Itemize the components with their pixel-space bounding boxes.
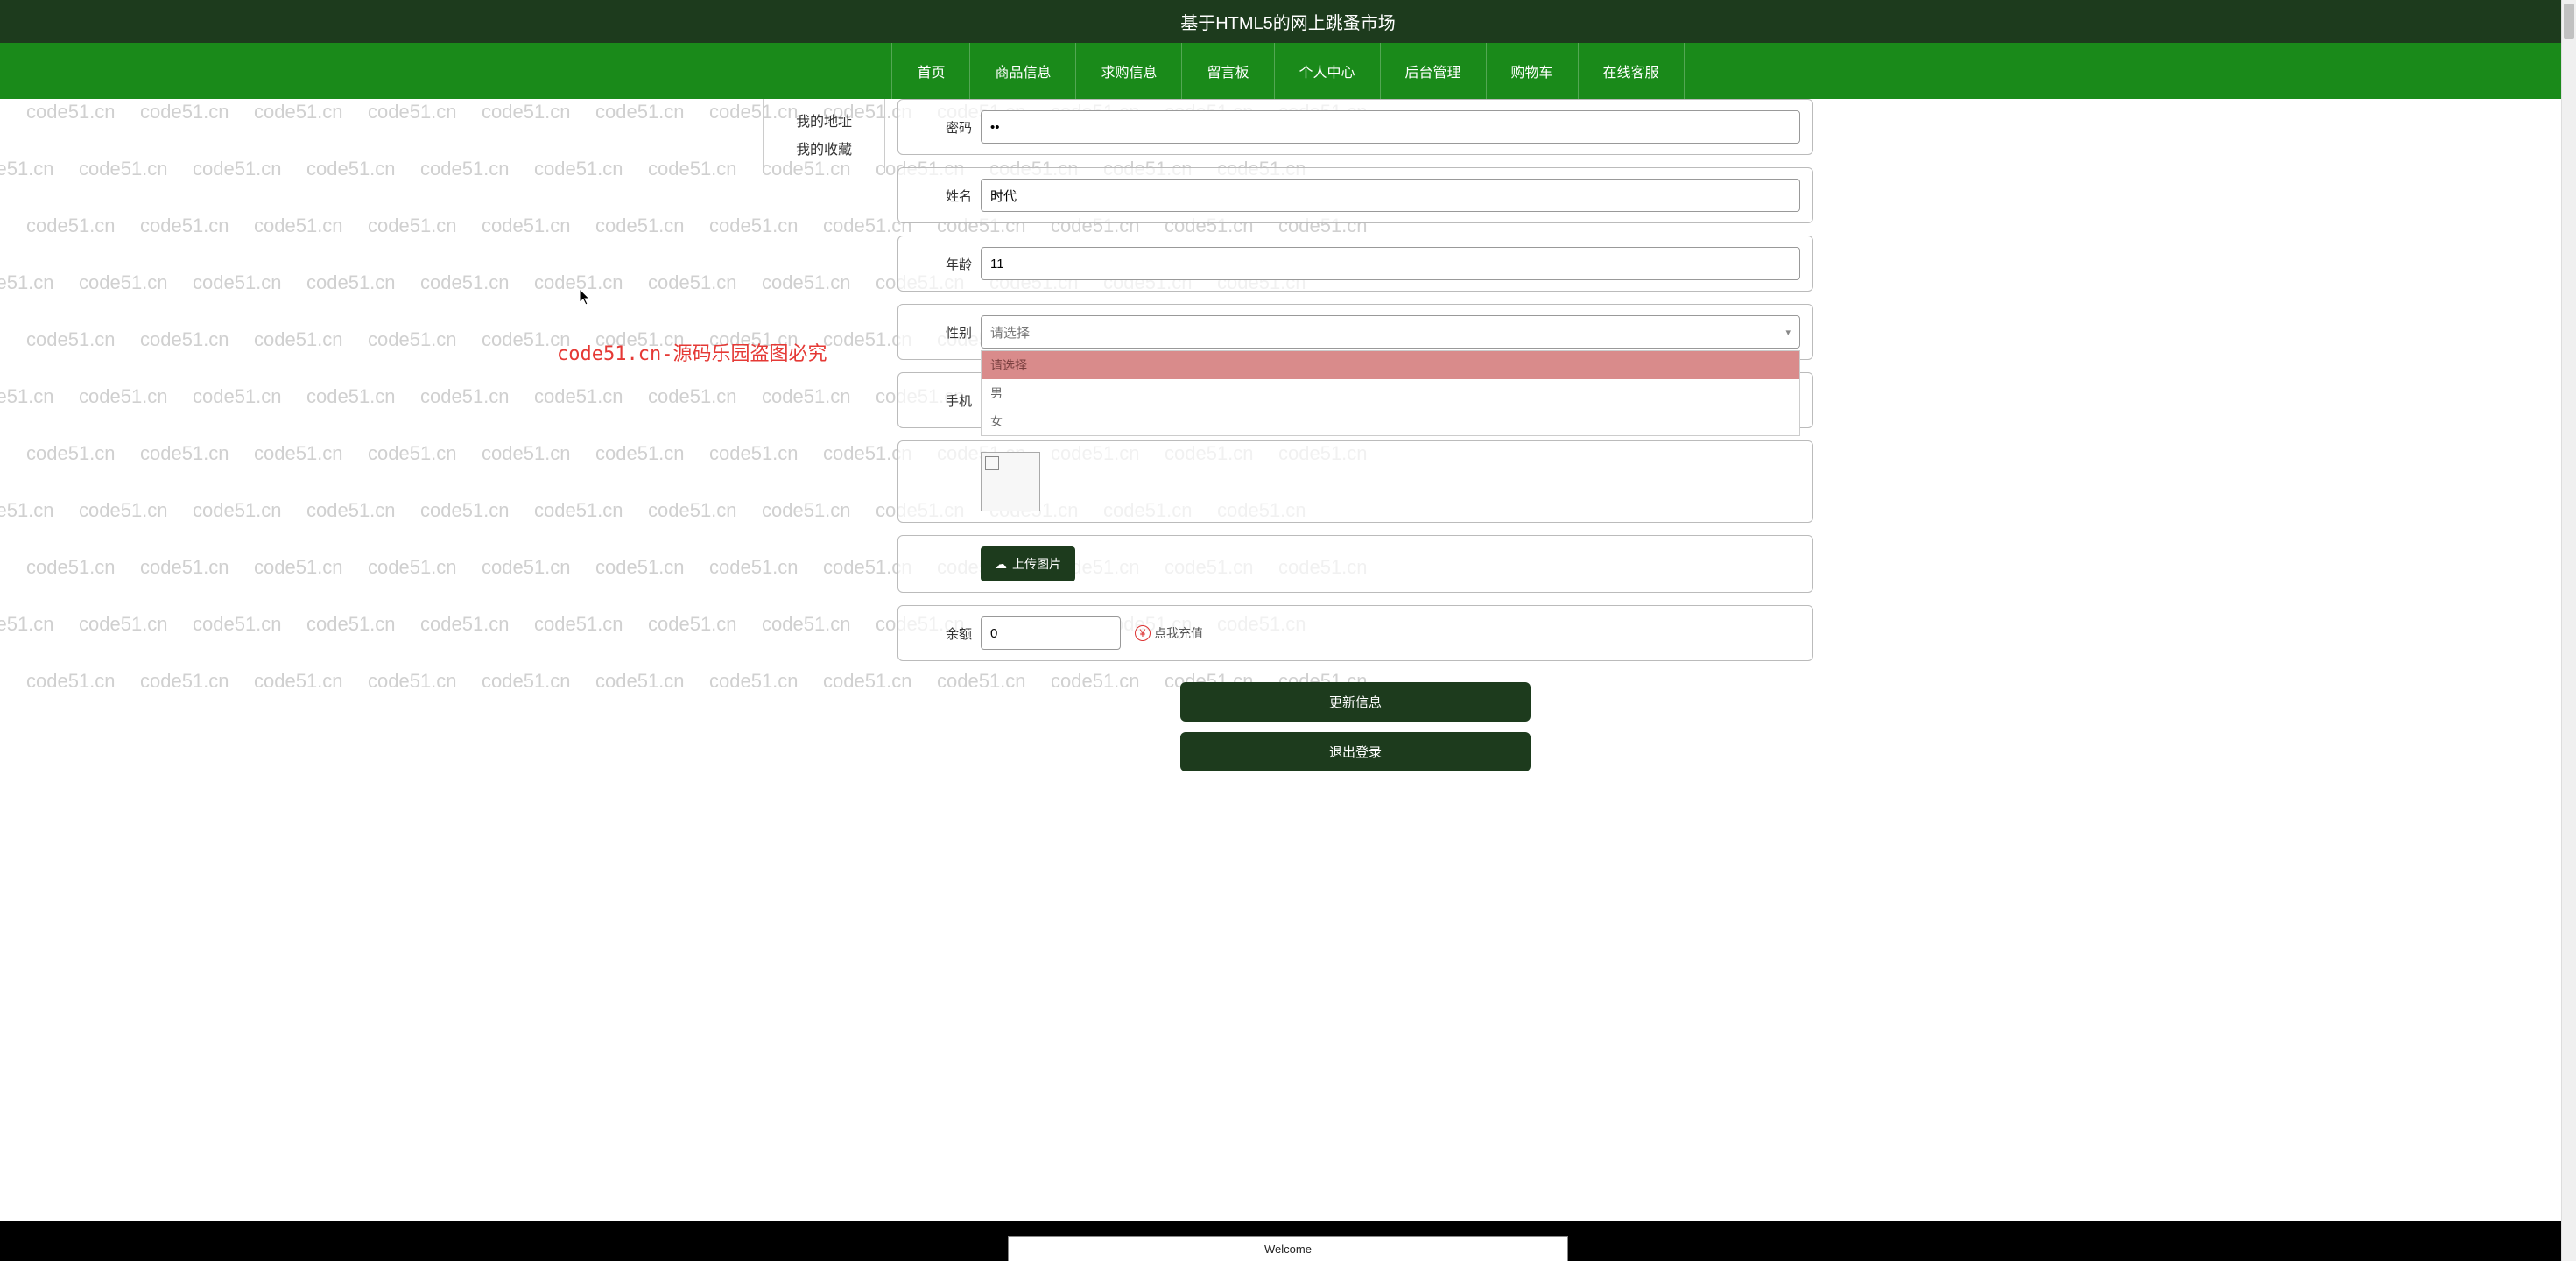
nav-user-center[interactable]: 个人中心	[1275, 43, 1381, 99]
gender-option-male[interactable]: 男	[982, 379, 1799, 407]
gender-option-placeholder[interactable]: 请选择	[982, 351, 1799, 379]
nav-admin[interactable]: 后台管理	[1381, 43, 1487, 99]
nav-message-board[interactable]: 留言板	[1182, 43, 1274, 99]
name-row: 姓名	[897, 167, 1813, 223]
gender-placeholder: 请选择	[990, 323, 1030, 342]
sidebar-item-address[interactable]: 我的地址	[764, 106, 884, 134]
scrollbar-thumb[interactable]	[2564, 4, 2574, 39]
form-column: 密码 姓名 年龄 性别 请选择 ▾ 请选择 男 女 手机	[897, 99, 1813, 808]
gender-option-female[interactable]: 女	[982, 407, 1799, 435]
nav-wanted[interactable]: 求购信息	[1076, 43, 1182, 99]
action-buttons: 更新信息 退出登录	[897, 673, 1813, 808]
cloud-upload-icon: ☁	[995, 557, 1007, 572]
recharge-link[interactable]: ¥ 点我充值	[1135, 624, 1203, 642]
age-label: 年龄	[911, 255, 972, 273]
gender-label: 性别	[911, 323, 972, 342]
age-input[interactable]	[981, 247, 1800, 280]
chevron-down-icon: ▾	[1785, 327, 1791, 338]
upload-button[interactable]: ☁ 上传图片	[981, 546, 1075, 581]
sidebar: 我的地址 我的收藏	[763, 99, 885, 173]
phone-label: 手机	[911, 391, 972, 410]
update-button[interactable]: 更新信息	[1180, 682, 1531, 722]
logout-button[interactable]: 退出登录	[1180, 732, 1531, 771]
balance-input[interactable]	[981, 616, 1121, 650]
upload-button-label: 上传图片	[1012, 555, 1061, 573]
nav-support[interactable]: 在线客服	[1579, 43, 1685, 99]
nav-cart[interactable]: 购物车	[1487, 43, 1579, 99]
image-placeholder	[981, 452, 1040, 511]
yen-icon: ¥	[1135, 625, 1151, 641]
nav-bar: 首页 商品信息 求购信息 留言板 个人中心 后台管理 购物车 在线客服	[0, 43, 2576, 99]
balance-row: 余额 ¥ 点我充值	[897, 605, 1813, 661]
balance-label: 余额	[911, 624, 972, 643]
gender-row: 性别 请选择 ▾ 请选择 男 女	[897, 304, 1813, 360]
image-preview-row	[897, 440, 1813, 523]
password-label: 密码	[911, 118, 972, 137]
gender-select[interactable]: 请选择 ▾	[981, 315, 1800, 349]
header-bar: 基于HTML5的网上跳蚤市场	[0, 0, 2576, 43]
page-title: 基于HTML5的网上跳蚤市场	[1180, 14, 1396, 33]
recharge-label: 点我充值	[1154, 624, 1203, 642]
upload-row: ☁ 上传图片	[897, 535, 1813, 593]
vertical-scrollbar[interactable]	[2561, 0, 2576, 1261]
footer-welcome: Welcome	[1008, 1236, 1568, 1261]
nav-home[interactable]: 首页	[891, 43, 970, 99]
name-label: 姓名	[911, 187, 972, 205]
sidebar-item-favorites[interactable]: 我的收藏	[764, 134, 884, 162]
password-input[interactable]	[981, 110, 1800, 144]
gender-dropdown: 请选择 男 女	[981, 350, 1800, 436]
cursor-icon	[580, 289, 592, 306]
nav-goods[interactable]: 商品信息	[970, 43, 1076, 99]
password-row: 密码	[897, 99, 1813, 155]
age-row: 年龄	[897, 236, 1813, 292]
name-input[interactable]	[981, 179, 1800, 212]
